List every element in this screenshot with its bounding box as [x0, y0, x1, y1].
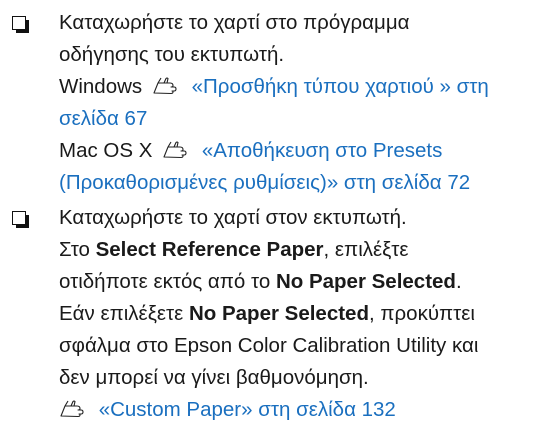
item-text-line: Εάν επιλέξετε No Paper Selected, προκύπτ…	[59, 298, 529, 330]
windows-reference-line: Windows «Προσθήκη τύπου χαρτιού » στη	[59, 71, 529, 103]
setting-value: No Paper Selected	[188, 302, 369, 325]
item-text-line: Καταχωρήστε το χαρτί στον εκτυπωτή.	[59, 206, 407, 229]
text-fragment: οτιδήποτε εκτός από το	[59, 270, 276, 293]
windows-reference-line: σελίδα 67	[59, 103, 529, 135]
item-text-line: Στο Select Reference Paper, επιλέξτε	[59, 234, 529, 266]
link-custom-paper[interactable]: «Custom Paper» στη σελίδα 132	[99, 398, 396, 421]
item-text-line: οδήγησης του εκτυπωτή.	[59, 43, 285, 66]
pointing-hand-icon	[152, 77, 180, 95]
item-content: Καταχωρήστε το χαρτί στον εκτυπωτή. Στο …	[59, 202, 529, 426]
text-fragment: Στο	[59, 238, 96, 261]
checkbox-icon	[12, 16, 29, 33]
text-fragment: , προκύπτει	[368, 302, 475, 325]
mac-label: Mac OS X	[59, 139, 153, 162]
pointing-hand-icon	[162, 141, 190, 159]
link-save-presets-page[interactable]: (Προκαθορισμένες ρυθμίσεις)» στη σελίδα …	[59, 171, 470, 194]
text-fragment: .	[455, 270, 462, 293]
text-fragment: Εάν επιλέξετε	[59, 302, 189, 325]
link-add-paper-type-page[interactable]: σελίδα 67	[59, 107, 147, 130]
custom-paper-reference-line: «Custom Paper» στη σελίδα 132	[59, 394, 529, 426]
mac-reference-line: (Προκαθορισμένες ρυθμίσεις)» στη σελίδα …	[59, 167, 529, 199]
mac-reference-line: Mac OS X «Αποθήκευση στο Presets	[59, 135, 529, 167]
setting-name: Select Reference Paper	[95, 238, 324, 261]
item-text-line: οτιδήποτε εκτός από το No Paper Selected…	[59, 266, 529, 298]
checkbox-icon	[12, 211, 29, 228]
item-text-line: δεν μπορεί να γίνει βαθμονόμηση.	[59, 366, 369, 389]
item-text-line: Καταχωρήστε το χαρτί στο πρόγραμμα	[59, 11, 410, 34]
item-content: Καταχωρήστε το χαρτί στο πρόγραμμα οδήγη…	[59, 7, 529, 199]
setting-value: No Paper Selected	[275, 270, 456, 293]
link-add-paper-type[interactable]: «Προσθήκη τύπου χαρτιού » στη	[192, 75, 489, 98]
item-text-line: σφάλμα στο Epson Color Calibration Utili…	[59, 334, 479, 357]
link-save-presets[interactable]: «Αποθήκευση στο Presets	[202, 139, 443, 162]
text-fragment: , επιλέξτε	[323, 238, 409, 261]
windows-label: Windows	[59, 75, 143, 98]
